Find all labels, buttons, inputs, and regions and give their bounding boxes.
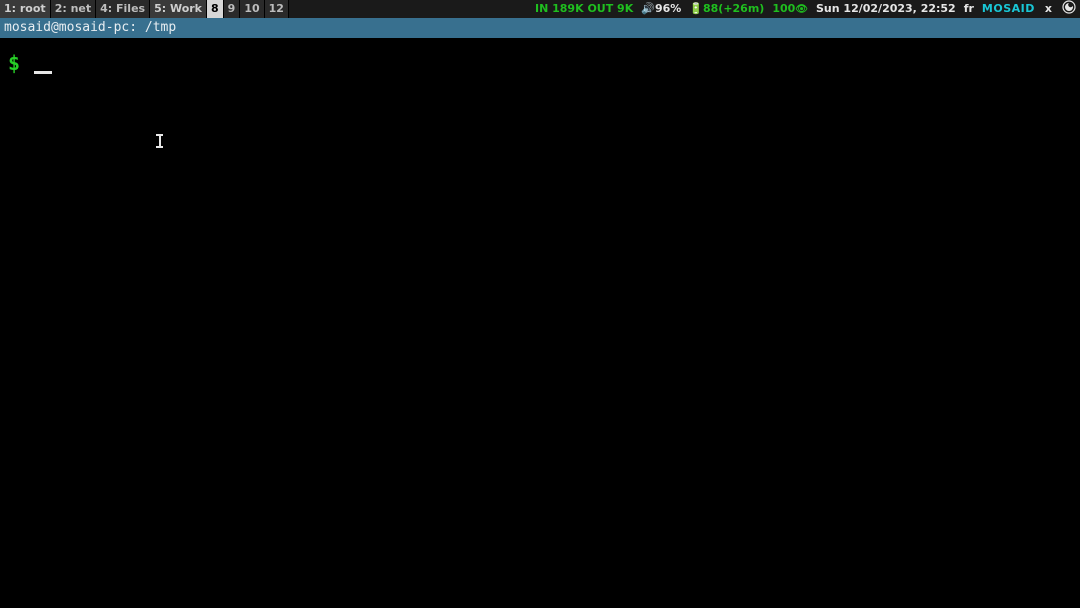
brightness-status: 100👁 bbox=[772, 0, 808, 19]
mouse-pointer-icon bbox=[156, 134, 163, 148]
tray-x[interactable]: x bbox=[1043, 0, 1054, 18]
workspace-9[interactable]: 9 bbox=[224, 0, 241, 18]
workspace-switcher: 1: root 2: net 4: Files 5: Work 8 9 10 1… bbox=[0, 0, 289, 18]
workspace-1-root[interactable]: 1: root bbox=[0, 0, 51, 18]
status-area: IN 189K OUT 9K 🔊96% 🔋88(+26m) 100👁 Sun 1… bbox=[535, 0, 1080, 18]
eye-icon: 👁 bbox=[795, 4, 808, 15]
clock: Sun 12/02/2023, 22:52 bbox=[816, 0, 956, 18]
workspace-12[interactable]: 12 bbox=[265, 0, 289, 18]
battery-status: 🔋88(+26m) bbox=[689, 0, 764, 18]
keyboard-layout[interactable]: fr bbox=[964, 0, 974, 18]
workspace-2-net[interactable]: 2: net bbox=[51, 0, 96, 18]
workspace-8[interactable]: 8 bbox=[207, 0, 224, 18]
prompt-line: $ bbox=[8, 52, 1072, 74]
workspace-10[interactable]: 10 bbox=[240, 0, 264, 18]
status-bar: 1: root 2: net 4: Files 5: Work 8 9 10 1… bbox=[0, 0, 1080, 18]
network-status: IN 189K OUT 9K bbox=[535, 0, 633, 18]
window-title: mosaid@mosaid-pc: /tmp bbox=[0, 18, 1080, 38]
brand-label: MOSAID bbox=[982, 0, 1035, 18]
workspace-4-files[interactable]: 4: Files bbox=[96, 0, 150, 18]
text-cursor bbox=[34, 56, 52, 74]
obs-tray-icon[interactable] bbox=[1062, 0, 1076, 18]
brightness-value: 100 bbox=[772, 2, 795, 15]
workspace-5-work[interactable]: 5: Work bbox=[150, 0, 207, 18]
shell-prompt-symbol: $ bbox=[8, 52, 20, 74]
volume-status[interactable]: 🔊96% bbox=[641, 0, 681, 18]
terminal[interactable]: $ bbox=[0, 38, 1080, 608]
